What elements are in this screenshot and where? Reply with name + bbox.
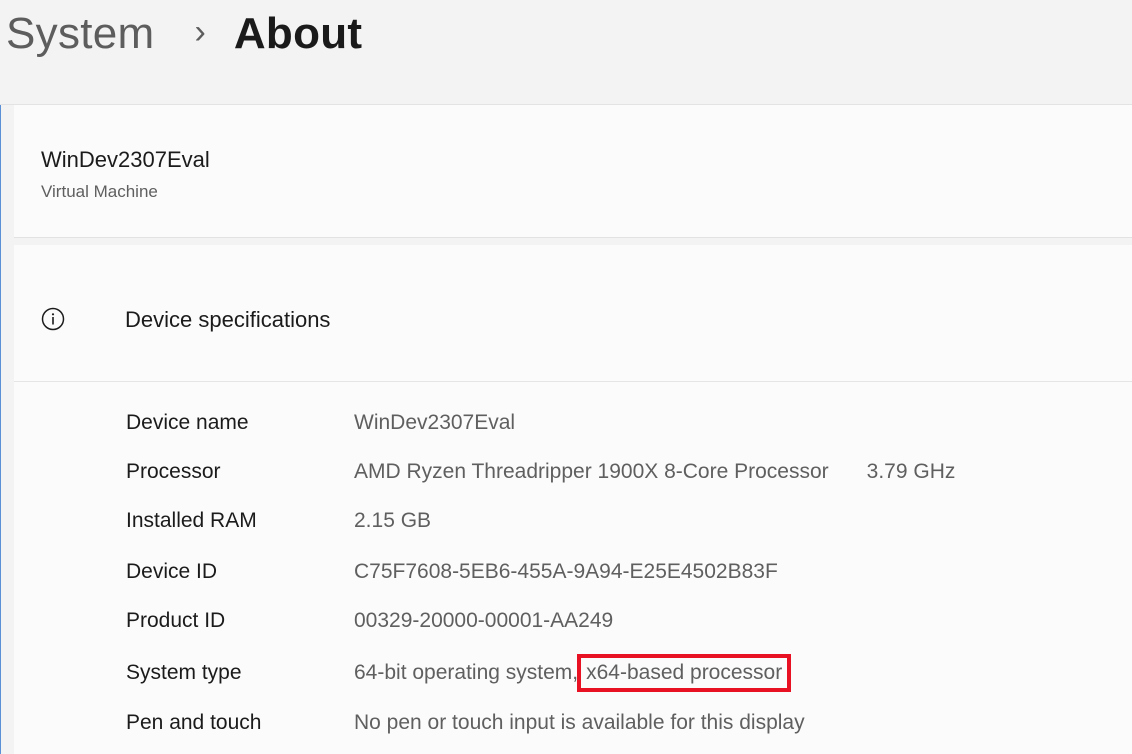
device-specifications-title: Device specifications xyxy=(125,307,331,332)
device-specifications-header[interactable]: Device specifications xyxy=(14,245,1132,382)
spec-row-processor: Processor AMD Ryzen Threadripper 1900X 8… xyxy=(126,457,1126,487)
spec-value[interactable]: C75F7608-5EB6-455A-9A94-E25E4502B83F xyxy=(354,560,778,584)
spec-row-installed-ram: Installed RAM 2.15 GB xyxy=(126,506,1126,536)
spec-value[interactable]: 2.15 GB xyxy=(354,509,431,533)
spec-row-pen-and-touch: Pen and touch No pen or touch input is a… xyxy=(126,708,1126,738)
spec-value[interactable]: No pen or touch input is available for t… xyxy=(354,711,805,735)
window-border-left xyxy=(0,0,1,754)
spec-label: Pen and touch xyxy=(126,711,262,734)
device-specifications-card: Device specifications Device name WinDev… xyxy=(14,245,1132,754)
spec-label: Processor xyxy=(126,460,221,483)
spec-label: Installed RAM xyxy=(126,509,257,532)
spec-row-product-id: Product ID 00329-20000-00001-AA249 xyxy=(126,606,1126,636)
spec-value[interactable]: 64-bit operating system, xyxy=(354,661,578,685)
spec-row-device-id: Device ID C75F7608-5EB6-455A-9A94-E25E45… xyxy=(126,557,1126,587)
page-title: About xyxy=(233,9,363,58)
spec-value[interactable]: WinDev2307Eval xyxy=(354,411,515,435)
device-name-heading: WinDev2307Eval xyxy=(41,147,210,172)
spec-value[interactable]: AMD Ryzen Threadripper 1900X 8-Core Proc… xyxy=(354,460,829,484)
spec-value[interactable]: 00329-20000-00001-AA249 xyxy=(354,609,613,633)
breadcrumb-chevron-icon: › xyxy=(194,12,206,51)
spec-row-system-type: System type 64-bit operating system, x64… xyxy=(126,654,1126,692)
device-summary-card: WinDev2307Eval Virtual Machine xyxy=(14,105,1132,238)
spec-label: Device ID xyxy=(126,560,218,583)
breadcrumb-system-link[interactable]: System xyxy=(6,9,155,59)
breadcrumb: System › About xyxy=(6,4,362,64)
spec-row-device-name: Device name WinDev2307Eval xyxy=(126,408,1126,438)
processor-speed[interactable]: 3.79 GHz xyxy=(867,460,956,484)
spec-label: System type xyxy=(126,661,242,684)
spec-label: Device name xyxy=(126,411,249,434)
info-icon xyxy=(41,307,65,331)
highlighted-processor-type[interactable]: x64-based processor xyxy=(577,654,792,692)
page-header: System › About xyxy=(0,0,1132,105)
spec-label: Product ID xyxy=(126,609,226,632)
device-type-subtitle: Virtual Machine xyxy=(41,182,158,201)
